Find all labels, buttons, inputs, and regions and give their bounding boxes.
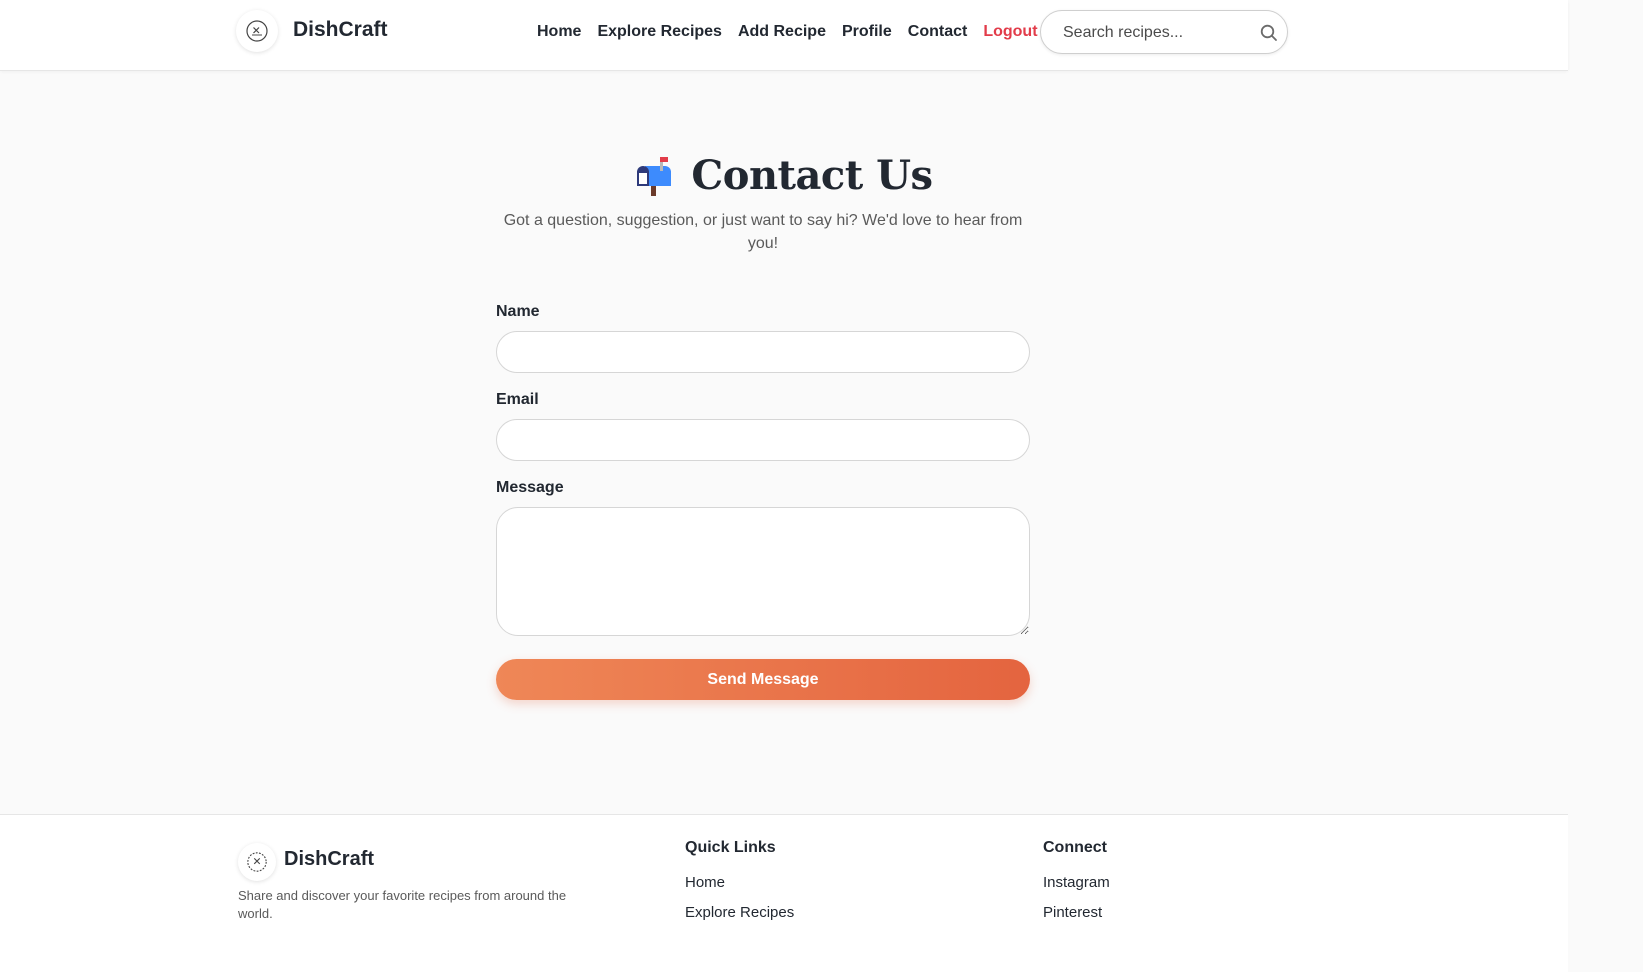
- message-label: Message: [496, 479, 564, 496]
- nav-add-recipe[interactable]: Add Recipe: [738, 23, 826, 41]
- mailbox-icon: [637, 156, 672, 196]
- brand-name[interactable]: DishCraft: [293, 18, 388, 42]
- nav-home[interactable]: Home: [537, 23, 581, 41]
- footer-link-instagram[interactable]: Instagram: [1043, 874, 1110, 891]
- name-label: Name: [496, 303, 540, 320]
- message-field[interactable]: [496, 507, 1030, 636]
- footer-quick-links-heading: Quick Links: [685, 839, 776, 856]
- name-field[interactable]: [496, 331, 1030, 373]
- footer-brand: DishCraft: [284, 848, 375, 870]
- main-nav: Home Explore Recipes Add Recipe Profile …: [537, 21, 1038, 43]
- nav-logout[interactable]: Logout: [983, 23, 1037, 41]
- send-message-button[interactable]: Send Message: [496, 659, 1030, 700]
- footer-link-home[interactable]: Home: [685, 874, 725, 891]
- footer-link-explore-recipes[interactable]: Explore Recipes: [685, 904, 794, 921]
- footer-logo-icon: [238, 843, 276, 881]
- brand-logo-icon[interactable]: [236, 10, 278, 52]
- search-input[interactable]: [1063, 22, 1253, 44]
- search-icon[interactable]: [1259, 23, 1279, 43]
- site-header: DishCraft Home Explore Recipes Add Recip…: [0, 0, 1568, 71]
- page-heading: Contact Us: [0, 152, 1568, 199]
- nav-profile[interactable]: Profile: [842, 23, 892, 41]
- page-title: Contact Us: [691, 152, 933, 199]
- nav-explore-recipes[interactable]: Explore Recipes: [597, 23, 722, 41]
- nav-contact[interactable]: Contact: [908, 23, 968, 41]
- page-subtitle: Got a question, suggestion, or just want…: [503, 212, 1023, 252]
- email-label: Email: [496, 391, 539, 408]
- footer-link-pinterest[interactable]: Pinterest: [1043, 904, 1102, 921]
- email-field[interactable]: [496, 419, 1030, 461]
- footer-connect-heading: Connect: [1043, 839, 1107, 856]
- site-footer: DishCraft Share and discover your favori…: [0, 814, 1568, 972]
- search-box: [1040, 10, 1288, 54]
- footer-description: Share and discover your favorite recipes…: [238, 888, 567, 921]
